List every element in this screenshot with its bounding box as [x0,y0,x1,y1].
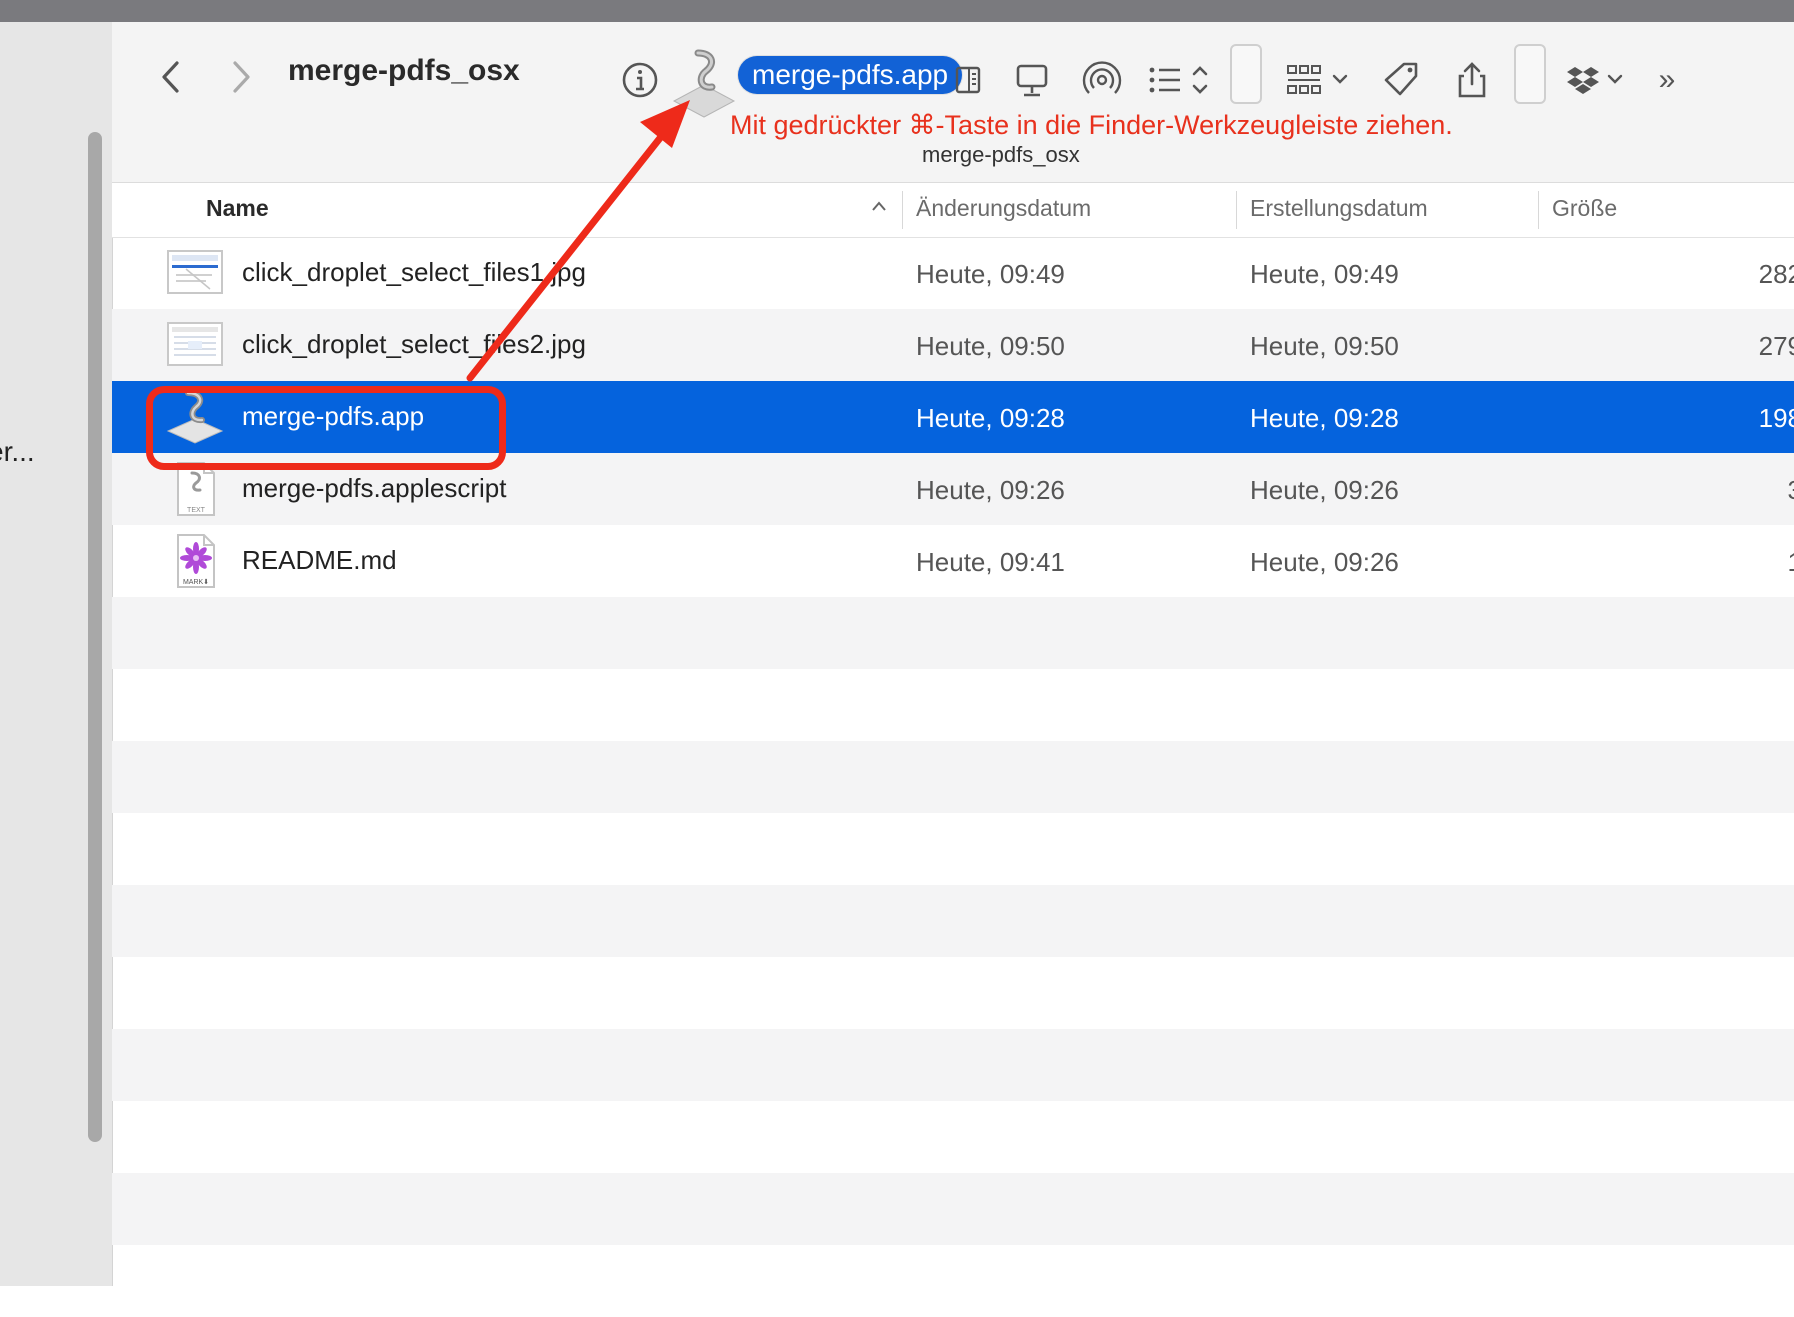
grid-group-icon [1287,65,1348,94]
column-separator[interactable] [1236,191,1237,229]
toolbar-placeholder-slot [1230,44,1262,104]
window-title: merge-pdfs_osx [288,54,520,87]
annotation-hint: Mit gedrückter ⌘-Taste in die Finder-Wer… [730,110,1453,140]
tag-icon [1384,62,1418,96]
sidebar-scrollbar[interactable] [88,132,102,1142]
file-size: 3 [1788,475,1794,506]
file-created: Heute, 09:49 [1250,259,1399,289]
forward-button[interactable] [216,52,266,102]
info-icon [622,62,658,98]
file-size: 198 [1758,403,1794,433]
file-modified: Heute, 09:26 [916,475,1065,505]
column-header: Name Änderungsdatum Erstellungsdatum Grö… [112,183,1794,238]
file-created: Heute, 09:26 [1250,547,1399,577]
file-type-label: MARK⬇ [183,578,209,586]
markdown-file-icon: MARK⬇ [177,534,215,588]
sidebar: er... t [0,22,113,1286]
tags-button[interactable] [1378,52,1426,108]
window-title-strip [0,0,1794,22]
share-button[interactable] [1448,52,1496,108]
monitor-icon [1016,64,1048,97]
empty-row [112,1173,1794,1245]
file-row[interactable]: click_droplet_select_files2.jpg Heute, 0… [112,309,1794,381]
toolbar-path-subtitle: merge-pdfs_osx [922,142,1080,167]
drag-label-pill: merge-pdfs.app [738,56,963,94]
toolbar-placeholder-slot [1514,44,1546,104]
file-created: Heute, 09:26 [1250,475,1399,505]
file-row[interactable]: click_droplet_select_files1.jpg Heute, 0… [112,237,1794,309]
toolbar-overflow-button[interactable]: » [1652,52,1682,108]
sort-ascending-icon [872,201,886,211]
column-size-header[interactable]: Größe [1552,195,1617,222]
sidebar-item-label[interactable]: er... [0,436,35,468]
file-size: 282 [1758,259,1794,289]
column-separator[interactable] [1538,191,1539,229]
file-modified: Heute, 09:49 [916,259,1065,289]
file-name: merge-pdfs.applescript [242,473,507,503]
connect-server-button[interactable] [1008,52,1056,108]
empty-row [112,669,1794,741]
chevron-right-icon [233,61,250,93]
airdrop-icon [1082,61,1122,94]
file-created: Heute, 09:50 [1250,331,1399,361]
image-file-icon [167,250,223,294]
file-created: Heute, 09:28 [1250,403,1399,433]
file-name: click_droplet_select_files2.jpg [242,329,586,359]
file-name: README.md [242,545,397,575]
group-by-button[interactable] [1282,52,1356,108]
airdrop-button[interactable] [1078,52,1126,108]
share-icon [1458,62,1486,98]
column-name-header[interactable]: Name [206,195,269,222]
file-row[interactable]: MARK⬇ README.md Heute, 09:41 Heute, 09:2… [112,525,1794,597]
column-modified-header[interactable]: Änderungsdatum [916,195,1091,222]
column-created-header[interactable]: Erstellungsdatum [1250,195,1428,222]
image-file-icon [167,322,223,366]
file-modified: Heute, 09:50 [916,331,1065,361]
empty-row [112,1245,1794,1317]
file-modified: Heute, 09:41 [916,547,1065,577]
file-size: 1 [1788,547,1794,578]
sidebar-pane-icon [955,66,981,94]
dropbox-icon [1567,67,1623,94]
empty-row [112,1029,1794,1101]
empty-row [112,957,1794,1029]
view-mode-button[interactable] [1144,52,1216,108]
empty-row [112,597,1794,669]
chevron-left-icon [162,61,179,93]
info-button[interactable] [618,52,662,108]
back-button[interactable] [146,52,196,102]
empty-row [112,813,1794,885]
empty-row [112,885,1794,957]
toolbar: merge-pdfs_osx merge-pdfs.app » Mit gedr… [112,22,1794,183]
file-type-label: TEXT [187,507,206,514]
file-size: 279 [1758,331,1794,361]
preview-pane-button[interactable] [950,52,986,108]
applescript-app-icon [672,49,736,118]
empty-row [112,741,1794,813]
column-separator[interactable] [902,191,903,229]
empty-row [112,1101,1794,1173]
file-name: click_droplet_select_files1.jpg [242,257,586,287]
dropbox-button[interactable] [1560,52,1630,108]
list-view-icon [1149,66,1208,94]
annotation-highlight-box [146,386,506,470]
dragged-app-icon[interactable] [672,40,736,124]
file-modified: Heute, 09:28 [916,403,1065,433]
